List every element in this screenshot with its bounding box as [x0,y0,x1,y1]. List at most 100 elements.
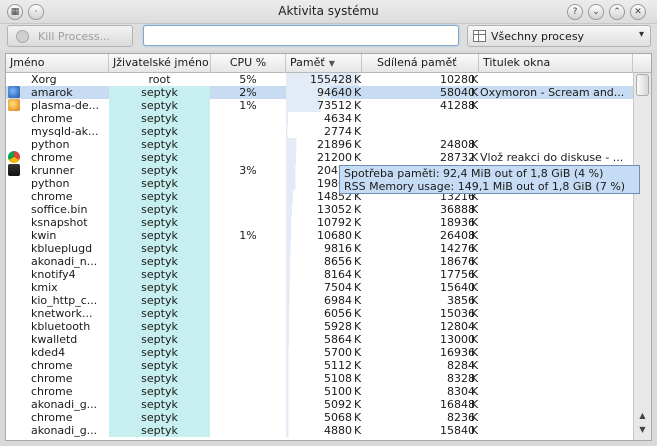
process-name: ksnapshot [31,216,88,229]
table-row[interactable]: soffice.bin septyk 13052 K 36888 K [6,203,633,216]
column-header-memory[interactable]: Paměť ▼ [286,54,362,73]
column-header-name[interactable]: Jméno [6,54,109,73]
process-cpu [211,112,285,125]
process-icon [8,268,24,281]
title-bar: ▦ · Aktivita systému ? ⌄ ⌃ ✕ [0,0,657,24]
table-header: Jméno Jživatelské jméno CPU % Paměť ▼ Sdí… [6,54,651,73]
process-shared-memory: 58040 [440,86,475,99]
table-row[interactable]: kded4 septyk 5700 K 16936 K [6,346,633,359]
table-row[interactable]: kwin septyk 1% 10680 K 26408 K [6,229,633,242]
process-icon [8,281,24,294]
table-row[interactable]: kwalletd septyk 5864 K 13000 K [6,333,633,346]
memory-unit: K [354,86,362,99]
table-row[interactable]: kblueplugd septyk 9816 K 14276 K [6,242,633,255]
process-user: septyk [109,268,210,281]
process-user: septyk [109,216,210,229]
search-input[interactable] [143,25,459,46]
table-row[interactable]: Xorg root 5% 155428 K 10280 K [6,73,633,86]
table-row[interactable]: ksnapshot septyk 10792 K 18936 K [6,216,633,229]
process-shared-memory [362,112,475,125]
process-memory: 5864 [324,333,352,346]
table-row[interactable]: mysqld-ak... septyk 2774 K [6,125,633,138]
table-row[interactable]: chrome septyk 5112 K 8284 K [6,359,633,372]
column-header-user[interactable]: Jživatelské jméno [109,54,211,73]
table-row[interactable]: akonadi_n... septyk 8656 K 18676 K [6,255,633,268]
shared-memory-unit: K [471,99,479,112]
minimize-icon[interactable]: ⌄ [588,4,604,20]
process-window-title [479,268,631,281]
process-cpu: 5% [239,73,257,86]
table-row[interactable]: kmix septyk 7504 K 15640 K [6,281,633,294]
process-icon [8,73,24,86]
maximize-icon[interactable]: ⌃ [609,4,625,20]
process-cpu [211,151,285,164]
table-row[interactable]: knotify4 septyk 8164 K 17756 K [6,268,633,281]
table-row[interactable]: kio_http_c... septyk 6984 K 3856 K [6,294,633,307]
shared-memory-unit: K [471,411,479,424]
help-icon[interactable]: ? [567,4,583,20]
process-window-title [479,333,631,346]
process-memory: 8164 [324,268,352,281]
table-row[interactable]: chrome septyk 4634 K [6,112,633,125]
column-header-window-title[interactable]: Titulek okna [479,54,633,73]
shared-memory-unit: K [471,203,479,216]
table-row[interactable]: kbluetooth septyk 5928 K 12804 K [6,320,633,333]
table-row[interactable]: knetwork... septyk 6056 K 15036 K [6,307,633,320]
process-shared-memory: 15640 [440,281,475,294]
process-name: soffice.bin [31,203,88,216]
scroll-up-icon[interactable]: ▲ [635,411,650,424]
process-memory: 5100 [324,385,352,398]
process-name: kwalletd [31,333,78,346]
process-shared-memory: 41288 [440,99,475,112]
process-shared-memory: 8328 [447,372,475,385]
process-user: septyk [109,190,210,203]
kill-icon [16,30,29,43]
column-header-cpu[interactable]: CPU % [211,54,286,73]
process-shared-memory: 8236 [447,411,475,424]
process-shared-memory: 18676 [440,255,475,268]
vertical-scrollbar[interactable]: ▲ ▼ [633,73,651,440]
column-header-shared-memory[interactable]: Sdílená paměť [362,54,479,73]
shared-memory-unit: K [471,242,479,255]
table-row[interactable]: akonadi_g... septyk 5092 K 16848 K [6,398,633,411]
process-name: kio_http_c... [31,294,98,307]
process-name: krunner [31,164,75,177]
table-row[interactable]: chrome septyk 5068 K 8236 K [6,411,633,424]
process-cpu [211,359,285,372]
process-name: kblueplugd [31,242,93,255]
process-cpu [211,385,285,398]
process-filter-label: Všechny procesy [491,30,585,43]
table-row[interactable]: chrome septyk 5108 K 8328 K [6,372,633,385]
shared-memory-unit: K [471,86,479,99]
process-user: septyk [109,203,210,216]
amarok-icon [8,86,24,99]
close-icon[interactable]: ✕ [630,4,646,20]
process-memory: 7504 [324,281,352,294]
process-name: python [31,177,70,190]
process-user: septyk [109,164,210,177]
process-window-title [479,385,631,398]
table-row[interactable]: chrome septyk 5100 K 8304 K [6,385,633,398]
process-table[interactable]: Jméno Jživatelské jméno CPU % Paměť ▼ Sdí… [5,53,652,441]
process-cpu [211,138,285,151]
process-cpu [211,242,285,255]
memory-unit: K [354,229,362,242]
scroll-down-icon[interactable]: ▼ [635,425,650,438]
process-filter-select[interactable]: Všechny procesy ▾ [467,25,651,47]
process-cpu [211,346,285,359]
table-row[interactable]: python septyk 21896 K 24808 K [6,138,633,151]
process-shared-memory: 10280 [440,73,475,86]
table-row[interactable]: amarok septyk 2% 94640 K 58040 K Oxymoron - Scr… [6,86,633,99]
shared-memory-unit: K [471,255,479,268]
kill-process-button[interactable]: Kill Process... [7,25,133,47]
scrollbar-thumb[interactable] [636,74,649,96]
memory-unit: K [354,255,362,268]
process-cpu [211,307,285,320]
table-row[interactable]: plasma-de... septyk 1% 73512 K 41288 K [6,99,633,112]
process-shared-memory: 8284 [447,359,475,372]
window-title: Aktivita systému [278,4,379,18]
shared-memory-unit: K [471,359,479,372]
table-row[interactable]: chrome septyk 21200 K 28732 K Vlož reakci do d… [6,151,633,164]
table-row[interactable]: akonadi_g... septyk 4880 K 15840 K [6,424,633,437]
process-cpu [211,177,285,190]
